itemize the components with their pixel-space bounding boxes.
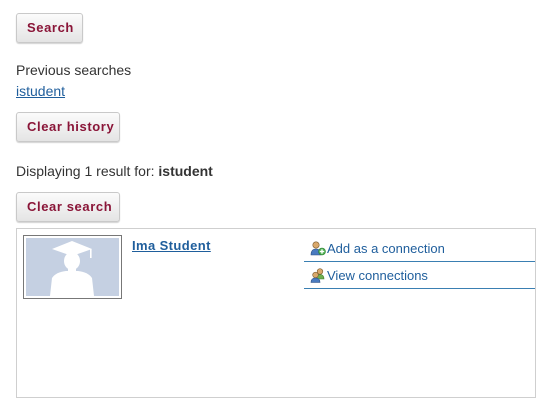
view-connections-action[interactable]: View connections (304, 262, 535, 289)
clear-history-button[interactable]: Clear history (16, 112, 120, 142)
search-page: Search Previous searches istudent Clear … (0, 0, 551, 412)
previous-searches-label: Previous searches (16, 62, 132, 78)
previous-search-link[interactable]: istudent (16, 83, 65, 99)
add-connection-action[interactable]: Add as a connection (304, 235, 535, 262)
result-actions: Add as a connection View connections (304, 235, 535, 289)
avatar[interactable] (23, 235, 122, 299)
view-connections-label: View connections (327, 268, 428, 283)
graduate-silhouette-icon (26, 238, 119, 296)
add-connection-icon (310, 241, 326, 256)
search-button[interactable]: Search (16, 13, 83, 43)
results-summary-query: istudent (158, 163, 213, 179)
results-summary: Displaying 1 result for: istudent (16, 163, 213, 179)
clear-search-button[interactable]: Clear search (16, 192, 120, 222)
results-summary-prefix: Displaying 1 result for: (16, 163, 155, 179)
view-connections-icon (310, 268, 325, 283)
result-item: Ima Student Add as a connection View con… (16, 228, 536, 398)
result-name-link[interactable]: Ima Student (132, 238, 211, 253)
add-connection-label: Add as a connection (327, 241, 445, 256)
